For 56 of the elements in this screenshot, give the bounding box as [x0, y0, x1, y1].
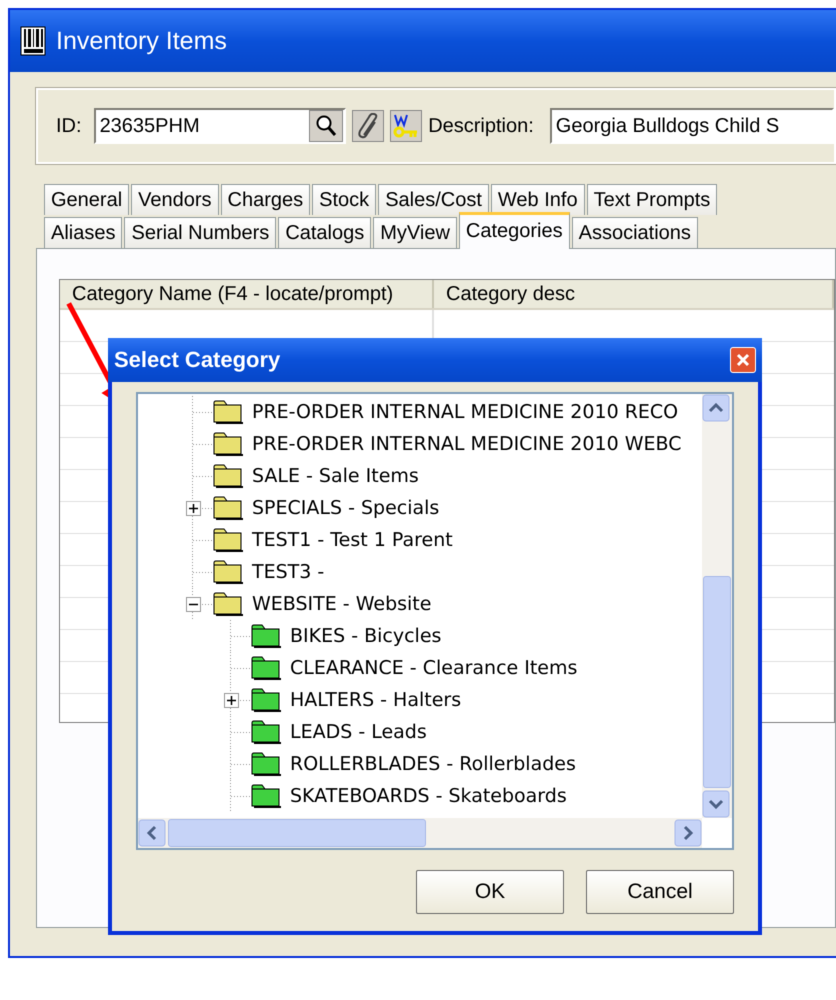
close-button[interactable]: [730, 347, 756, 373]
tab[interactable]: Aliases: [44, 217, 122, 248]
tree-item[interactable]: TEST3 -: [252, 561, 324, 583]
tab[interactable]: MyView: [373, 217, 457, 248]
tree-item[interactable]: SKATEBOARDS - Skateboards: [290, 785, 567, 807]
attach-button[interactable]: [352, 110, 384, 142]
column-header[interactable]: Category Name (F4 - locate/prompt): [60, 280, 434, 308]
scroll-left-icon[interactable]: [138, 819, 166, 847]
tree-item[interactable]: WEBSITE - Website: [252, 593, 432, 615]
cancel-button[interactable]: Cancel: [586, 870, 734, 914]
tree-item[interactable]: BIKES - Bicycles: [290, 625, 442, 647]
expand-icon[interactable]: [186, 500, 200, 516]
tab[interactable]: Catalogs: [278, 217, 372, 248]
tab[interactable]: General: [44, 184, 130, 215]
search-button[interactable]: [308, 110, 343, 142]
tab[interactable]: Categories: [458, 212, 570, 249]
tree-item[interactable]: PRE-ORDER INTERNAL MEDICINE 2010 RECO: [252, 401, 678, 423]
tab[interactable]: Associations: [572, 217, 698, 248]
tab[interactable]: Text Prompts: [586, 184, 718, 215]
window-title: Inventory Items: [56, 26, 227, 56]
scroll-up-icon[interactable]: [702, 394, 730, 422]
ok-button[interactable]: OK: [416, 870, 564, 914]
tree-item[interactable]: SPECIALS - Specials: [252, 497, 440, 519]
vertical-scrollbar[interactable]: [702, 394, 732, 818]
search-icon: [314, 114, 338, 138]
tree-item[interactable]: CLEARANCE - Clearance Items: [290, 657, 578, 679]
tab[interactable]: Web Info: [490, 184, 585, 215]
tab[interactable]: Charges: [220, 184, 310, 215]
description-label: Description:: [428, 114, 534, 138]
column-header[interactable]: Category desc: [434, 280, 834, 308]
id-field[interactable]: 23635PHM: [94, 108, 346, 144]
barcode-icon: [20, 26, 46, 56]
tab[interactable]: Sales/Cost: [378, 184, 489, 215]
id-label: ID:: [56, 114, 82, 138]
expand-icon[interactable]: [224, 692, 238, 708]
scroll-right-icon[interactable]: [674, 819, 702, 847]
tree-item[interactable]: LEADS - Leads: [290, 721, 427, 743]
tree-item[interactable]: TEST1 - Test 1 Parent: [252, 529, 453, 551]
tab[interactable]: Vendors: [131, 184, 219, 215]
paperclip-icon: [356, 113, 380, 139]
tab[interactable]: Stock: [312, 184, 376, 215]
collapse-icon[interactable]: [186, 596, 200, 612]
scroll-thumb[interactable]: [168, 819, 426, 847]
scroll-down-icon[interactable]: [702, 790, 730, 818]
scroll-thumb[interactable]: [703, 576, 731, 788]
horizontal-scrollbar[interactable]: [138, 818, 702, 848]
tree-item[interactable]: HALTERS - Halters: [290, 689, 462, 711]
dialog-title: Select Category: [114, 347, 280, 373]
tree-item[interactable]: PRE-ORDER INTERNAL MEDICINE 2010 WEBC: [252, 433, 682, 455]
tree-item[interactable]: ROLLERBLADES - Rollerblades: [290, 753, 576, 775]
close-icon: [735, 352, 751, 368]
key-icon: [393, 113, 420, 139]
description-field[interactable]: Georgia Bulldogs Child S: [550, 108, 834, 144]
tree-item[interactable]: SALE - Sale Items: [252, 465, 419, 487]
web-key-button[interactable]: [390, 110, 422, 142]
tab[interactable]: Serial Numbers: [124, 217, 276, 248]
